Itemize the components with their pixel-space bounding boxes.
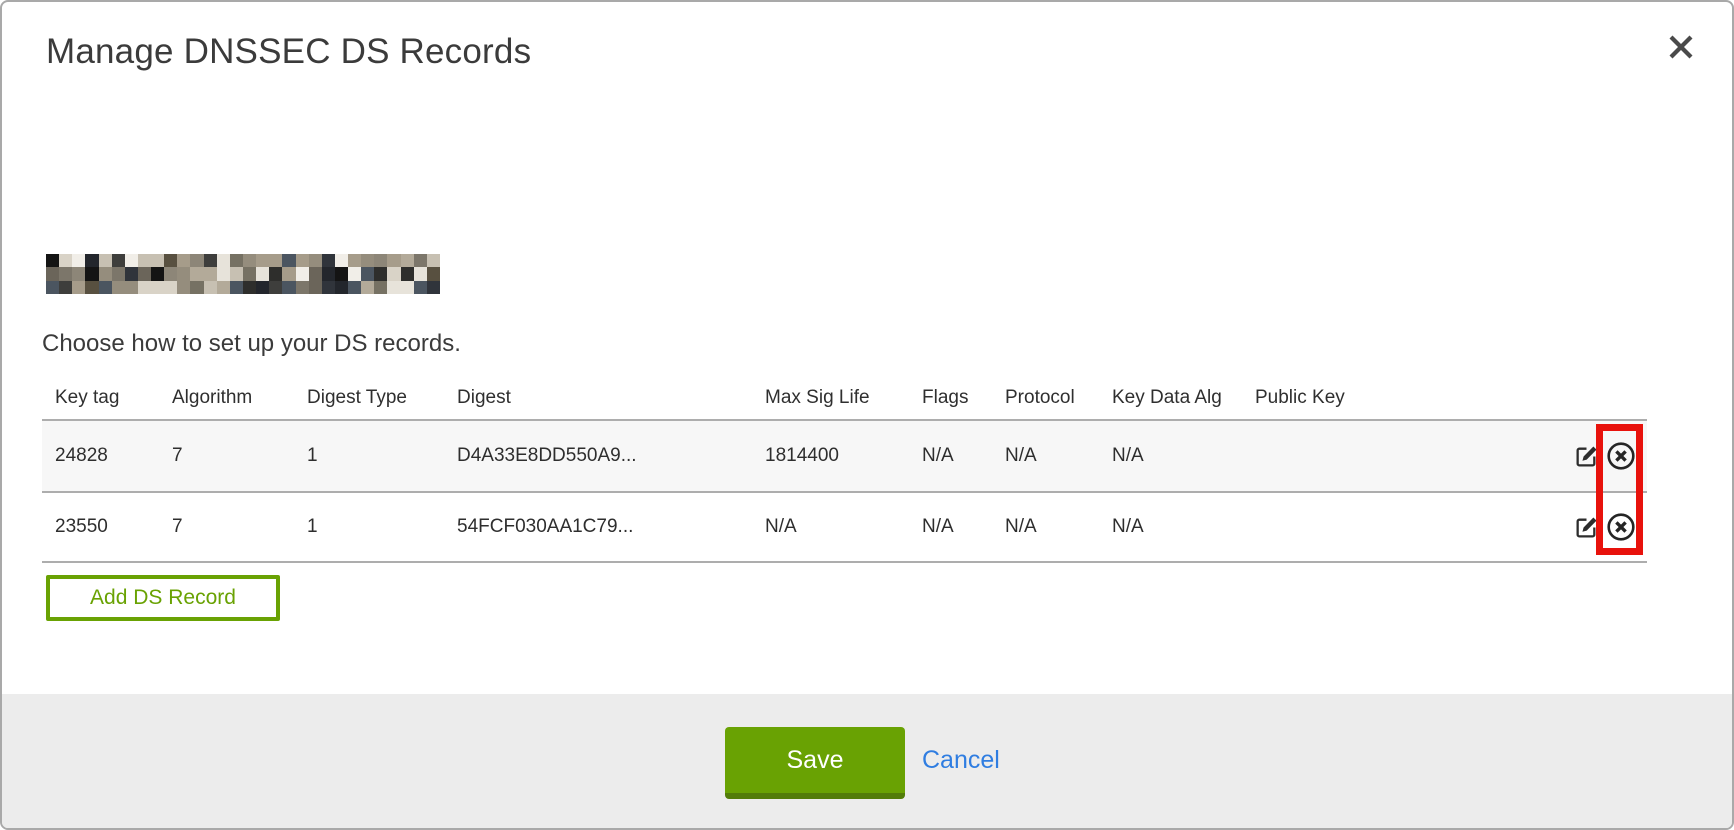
- cell-key-tag: 24828: [42, 445, 159, 467]
- edit-record-icon[interactable]: [1574, 515, 1599, 540]
- cancel-link[interactable]: Cancel: [922, 727, 1000, 793]
- save-button[interactable]: Save: [725, 727, 905, 799]
- column-header-digest: Digest: [444, 387, 752, 409]
- column-header-protocol: Protocol: [992, 387, 1099, 409]
- column-header-key-tag: Key tag: [42, 387, 159, 409]
- cell-digest-type: 1: [294, 516, 444, 538]
- redacted-domain-name: [46, 254, 440, 294]
- remove-record-icon[interactable]: [1606, 441, 1636, 471]
- ds-records-table: Key tag Algorithm Digest Type Digest Max…: [42, 376, 1647, 563]
- close-button[interactable]: [1664, 30, 1698, 64]
- table-row: 23550 7 1 54FCF030AA1C79... N/A N/A N/A …: [42, 491, 1647, 563]
- remove-record-icon[interactable]: [1606, 512, 1636, 542]
- row-actions: [1482, 512, 1647, 542]
- column-header-algorithm: Algorithm: [159, 387, 294, 409]
- cell-flags: N/A: [909, 445, 992, 467]
- cell-max-sig-life: N/A: [752, 516, 909, 538]
- manage-dnssec-ds-records-dialog: Manage DNSSEC DS Records Choose how to s…: [0, 0, 1734, 830]
- cell-key-tag: 23550: [42, 516, 159, 538]
- row-actions: [1482, 441, 1647, 471]
- cell-flags: N/A: [909, 516, 992, 538]
- column-header-max-sig-life: Max Sig Life: [752, 387, 909, 409]
- cell-digest: 54FCF030AA1C79...: [444, 516, 752, 538]
- close-icon: [1667, 33, 1695, 61]
- table-row: 24828 7 1 D4A33E8DD550A9... 1814400 N/A …: [42, 419, 1647, 491]
- cell-digest-type: 1: [294, 445, 444, 467]
- dialog-title: Manage DNSSEC DS Records: [46, 32, 531, 72]
- cell-protocol: N/A: [992, 445, 1099, 467]
- cell-key-data-alg: N/A: [1099, 445, 1242, 467]
- instruction-text: Choose how to set up your DS records.: [42, 330, 461, 358]
- cell-protocol: N/A: [992, 516, 1099, 538]
- cell-algorithm: 7: [159, 445, 294, 467]
- cell-key-data-alg: N/A: [1099, 516, 1242, 538]
- column-header-key-data-alg: Key Data Alg: [1099, 387, 1242, 409]
- dialog-footer: Save Cancel: [2, 694, 1732, 828]
- cell-digest: D4A33E8DD550A9...: [444, 445, 752, 467]
- column-header-flags: Flags: [909, 387, 992, 409]
- add-ds-record-button[interactable]: Add DS Record: [46, 575, 280, 621]
- column-header-digest-type: Digest Type: [294, 387, 444, 409]
- edit-record-icon[interactable]: [1574, 444, 1599, 469]
- cell-algorithm: 7: [159, 516, 294, 538]
- table-header-row: Key tag Algorithm Digest Type Digest Max…: [42, 376, 1647, 419]
- cell-max-sig-life: 1814400: [752, 445, 909, 467]
- column-header-public-key: Public Key: [1242, 387, 1482, 409]
